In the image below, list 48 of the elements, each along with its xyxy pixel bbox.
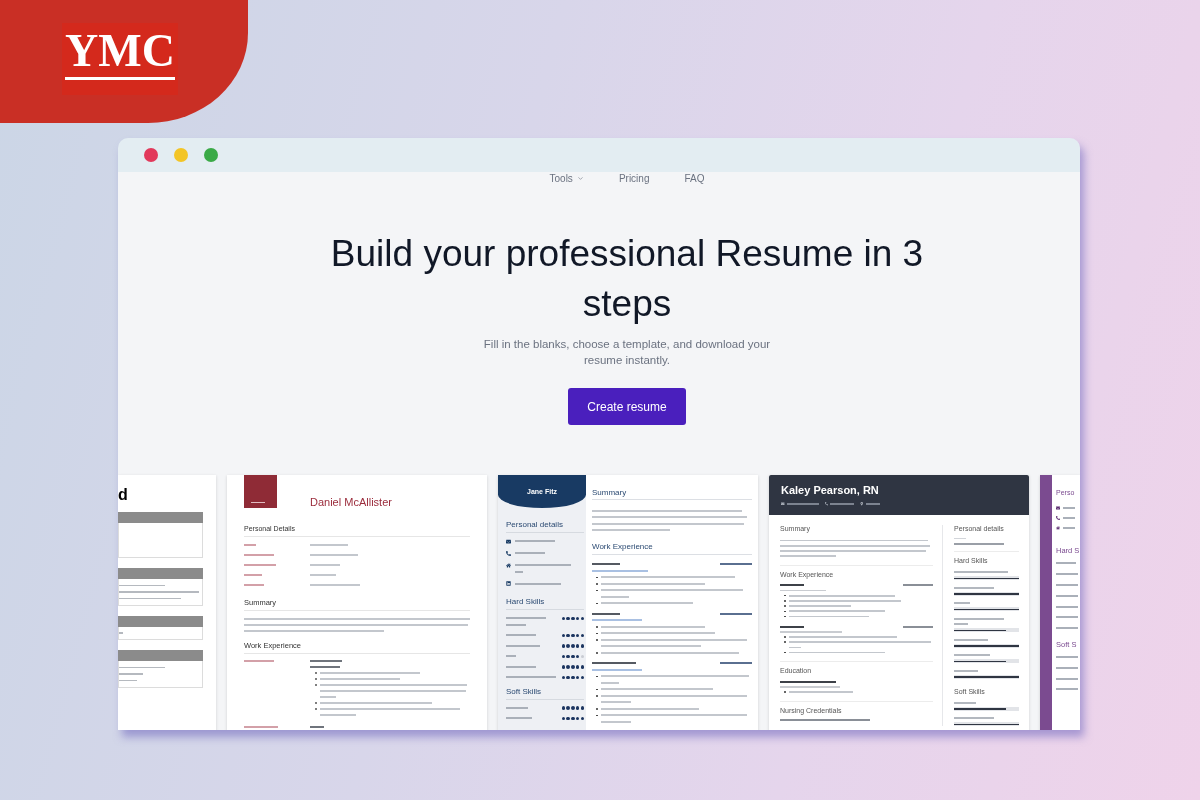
hero-title: Build your professional Resume in 3 steps <box>329 232 925 326</box>
map-pin-icon <box>860 502 864 506</box>
chevron-down-icon <box>576 175 584 182</box>
text-lines-drawing <box>1063 515 1075 520</box>
text-lines-drawing <box>865 502 880 506</box>
linkedin-icon <box>506 581 511 587</box>
hero-subtitle: Fill in the blanks, choose a template, and download your resume instantly. <box>482 337 772 368</box>
resume-heading: d <box>118 486 129 504</box>
phone-icon <box>824 502 828 506</box>
phone-icon <box>506 550 511 556</box>
text-lines-drawing <box>515 562 571 575</box>
house-icon <box>506 562 511 568</box>
phone-icon <box>1056 515 1060 520</box>
section-heading: Summary <box>592 488 628 498</box>
resume-name: Daniel McAllister <box>310 496 392 509</box>
text-lines-drawing <box>1063 525 1075 530</box>
resume-name: Kaley Pearson, RN <box>781 484 880 496</box>
text-lines-drawing <box>119 664 165 684</box>
skill-level-track <box>954 628 1019 633</box>
nav-menu-link[interactable]: Tools <box>549 172 584 185</box>
skill-level-track <box>954 591 1019 596</box>
resume-tile <box>244 475 277 508</box>
section-heading: Soft Skills <box>506 686 543 697</box>
text-lines-drawing <box>1063 505 1075 510</box>
text-lines-drawing <box>786 502 819 506</box>
section-heading: Work Experience <box>592 542 654 553</box>
text-lines-drawing <box>954 615 1004 627</box>
skill-level-track <box>954 576 1019 581</box>
envelope-icon <box>506 538 511 544</box>
cta-button[interactable]: Create resume <box>568 388 686 425</box>
skill-level-track <box>954 722 1019 727</box>
text-lines-drawing <box>954 536 1004 547</box>
skill-level-track <box>954 706 1019 711</box>
nav-link[interactable]: Pricing <box>618 172 650 185</box>
envelope-icon <box>1056 505 1060 510</box>
skill-level-track <box>954 607 1019 612</box>
house-icon <box>1056 525 1060 530</box>
text-lines-drawing <box>506 615 546 628</box>
text-lines-drawing <box>119 629 123 636</box>
skill-level-track <box>954 674 1019 679</box>
envelope-icon <box>781 502 785 506</box>
skill-level-track <box>954 643 1019 648</box>
section-heading: Hard Skills <box>506 597 546 607</box>
logo-text: YMC <box>65 28 175 74</box>
text-lines-drawing <box>830 502 854 506</box>
nav-link[interactable]: FAQ <box>684 172 705 185</box>
section-heading: Personal details <box>506 520 564 530</box>
skill-level-track <box>954 659 1019 664</box>
